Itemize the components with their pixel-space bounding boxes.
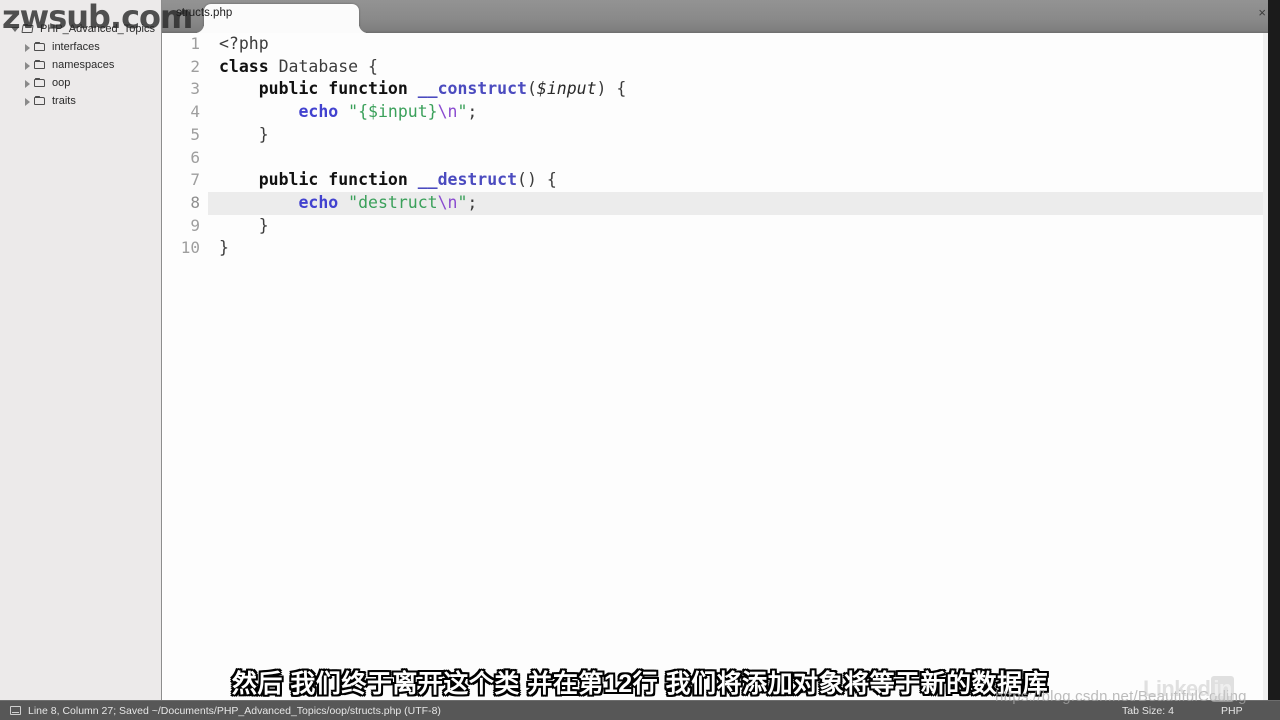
- status-language[interactable]: PHP: [1221, 705, 1243, 717]
- code-line-9: }: [219, 215, 269, 235]
- code-line-1: <?php: [219, 34, 269, 53]
- close-icon[interactable]: ×: [1258, 6, 1266, 20]
- code-line-7: public function __destruct() {: [258, 170, 557, 190]
- line-number: 3: [190, 79, 200, 99]
- line-number: 6: [190, 147, 200, 167]
- code-line-4: echo "{$input}\n";: [298, 102, 478, 122]
- status-bar: Line 8, Column 27; Saved ~/Documents/PHP…: [0, 700, 1280, 720]
- sidebar-folder-oop[interactable]: oop: [0, 74, 161, 92]
- line-number: 9: [190, 215, 200, 235]
- sidebar-item-label: interfaces: [52, 41, 100, 53]
- chevron-down-icon[interactable]: [10, 24, 21, 35]
- sidebar-folder-namespaces[interactable]: namespaces: [0, 56, 161, 74]
- code-line-8: echo "destruct\n";: [298, 192, 478, 212]
- code-line-10: }: [219, 238, 229, 258]
- line-number: 1: [190, 34, 200, 53]
- code-text-area[interactable]: <?php class Database { public function _…: [208, 33, 1268, 700]
- line-number-current: 8: [190, 192, 200, 212]
- sidebar-folder-root[interactable]: PHP_Advanced_Topics: [0, 20, 161, 38]
- sublime-text-window: PHP_Advanced_Topics interfaces namespace…: [0, 0, 1280, 720]
- chevron-right-icon[interactable]: [22, 96, 33, 107]
- folder-icon: [34, 77, 47, 89]
- line-number: 7: [190, 170, 200, 190]
- line-number: 10: [180, 238, 200, 258]
- sidebar-item-label: oop: [52, 77, 71, 89]
- tab-label: structs.php: [176, 7, 233, 19]
- sidebar-item-label: traits: [52, 95, 76, 107]
- line-number: 5: [190, 124, 200, 144]
- line-number: 2: [190, 56, 200, 76]
- code-editor[interactable]: 1 2 3 4 5 6 7 8 9 10 <?php class Databas…: [163, 33, 1268, 700]
- sidebar-folder-interfaces[interactable]: interfaces: [0, 38, 161, 56]
- document-icon: [10, 706, 21, 715]
- folder-icon: [34, 95, 47, 107]
- folder-icon: [34, 59, 47, 71]
- code-line-3: public function __construct($input) {: [258, 79, 627, 99]
- folder-open-icon: [22, 23, 35, 35]
- tab-bar: structs.php ×: [162, 0, 1280, 33]
- status-position-and-path: Line 8, Column 27; Saved ~/Documents/PHP…: [28, 705, 441, 717]
- sidebar-root-label: PHP_Advanced_Topics: [40, 23, 155, 35]
- chevron-right-icon[interactable]: [22, 78, 33, 89]
- sidebar-file-tree[interactable]: PHP_Advanced_Topics interfaces namespace…: [0, 0, 162, 700]
- folder-icon: [34, 41, 47, 53]
- line-number: 4: [190, 102, 200, 122]
- chevron-right-icon[interactable]: [22, 42, 33, 53]
- code-line-2: class Database {: [219, 56, 378, 76]
- sidebar-folder-traits[interactable]: traits: [0, 92, 161, 110]
- status-tab-size[interactable]: Tab Size: 4: [1122, 705, 1174, 717]
- chevron-right-icon[interactable]: [22, 60, 33, 71]
- sidebar-item-label: namespaces: [52, 59, 115, 71]
- vertical-scrollbar[interactable]: [1268, 0, 1280, 700]
- code-line-5: }: [219, 124, 269, 144]
- line-number-gutter: 1 2 3 4 5 6 7 8 9 10: [163, 33, 208, 700]
